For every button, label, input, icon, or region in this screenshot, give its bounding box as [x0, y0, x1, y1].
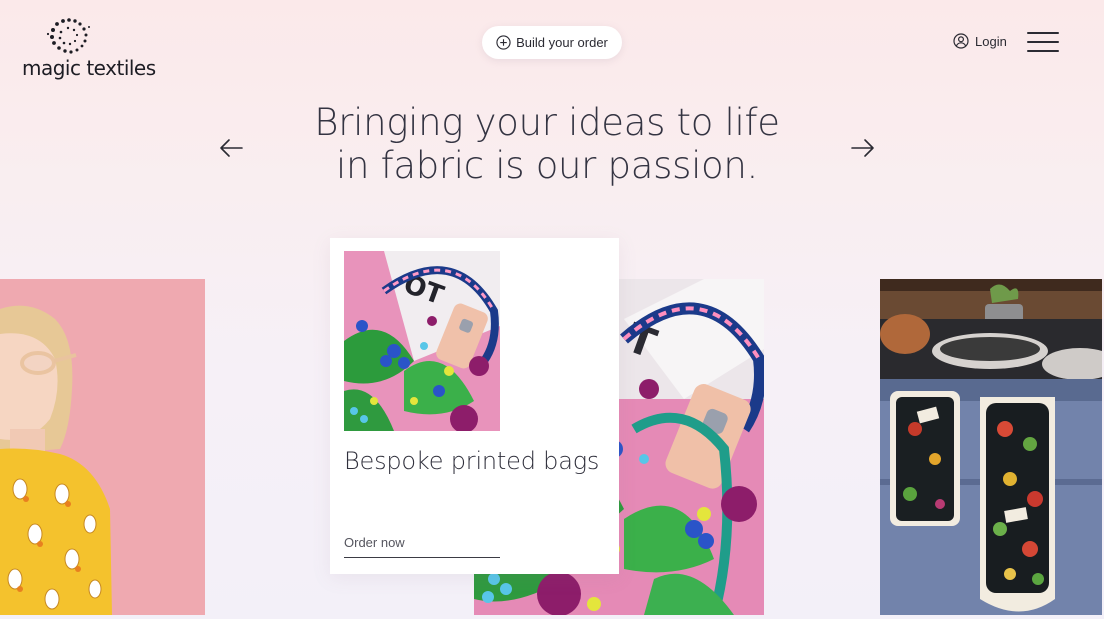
build-order-button[interactable]: Build your order	[482, 26, 622, 59]
hero-headline: Bringing your ideas to life in fabric is…	[300, 101, 794, 187]
slide-image-oven-gloves[interactable]	[880, 279, 1102, 615]
logo-dots-icon	[46, 18, 90, 54]
arrow-left-icon	[220, 139, 243, 157]
build-order-label: Build your order	[516, 35, 608, 50]
card-image-printed-bag[interactable]: OT	[344, 251, 500, 431]
login-link[interactable]: Login	[953, 33, 1007, 49]
arrow-right-icon	[851, 139, 874, 157]
card-title: Bespoke printed bags	[344, 447, 600, 475]
login-label: Login	[975, 33, 1007, 49]
featured-product-card: OT Bespoke printed bags Order now	[330, 238, 619, 574]
brand-logo[interactable]: magic textiles	[22, 18, 156, 82]
plus-circle-icon	[496, 35, 511, 50]
order-now-link[interactable]: Order now	[344, 535, 500, 558]
carousel-prev-button[interactable]	[218, 138, 244, 158]
printed-bag-thumbnail: OT	[344, 251, 500, 431]
carousel-next-button[interactable]	[850, 138, 876, 158]
hamburger-menu-icon[interactable]	[1027, 32, 1059, 52]
slide-image-kids-clothing[interactable]	[0, 279, 205, 615]
headline-line-1: Bringing your ideas to life	[314, 101, 780, 144]
headline-line-2: in fabric is our passion.	[336, 144, 758, 187]
logo-text: magic textiles	[22, 56, 156, 80]
oven-gloves-photo	[880, 279, 1102, 615]
user-circle-icon	[953, 33, 969, 49]
kids-clothing-photo	[0, 279, 205, 615]
